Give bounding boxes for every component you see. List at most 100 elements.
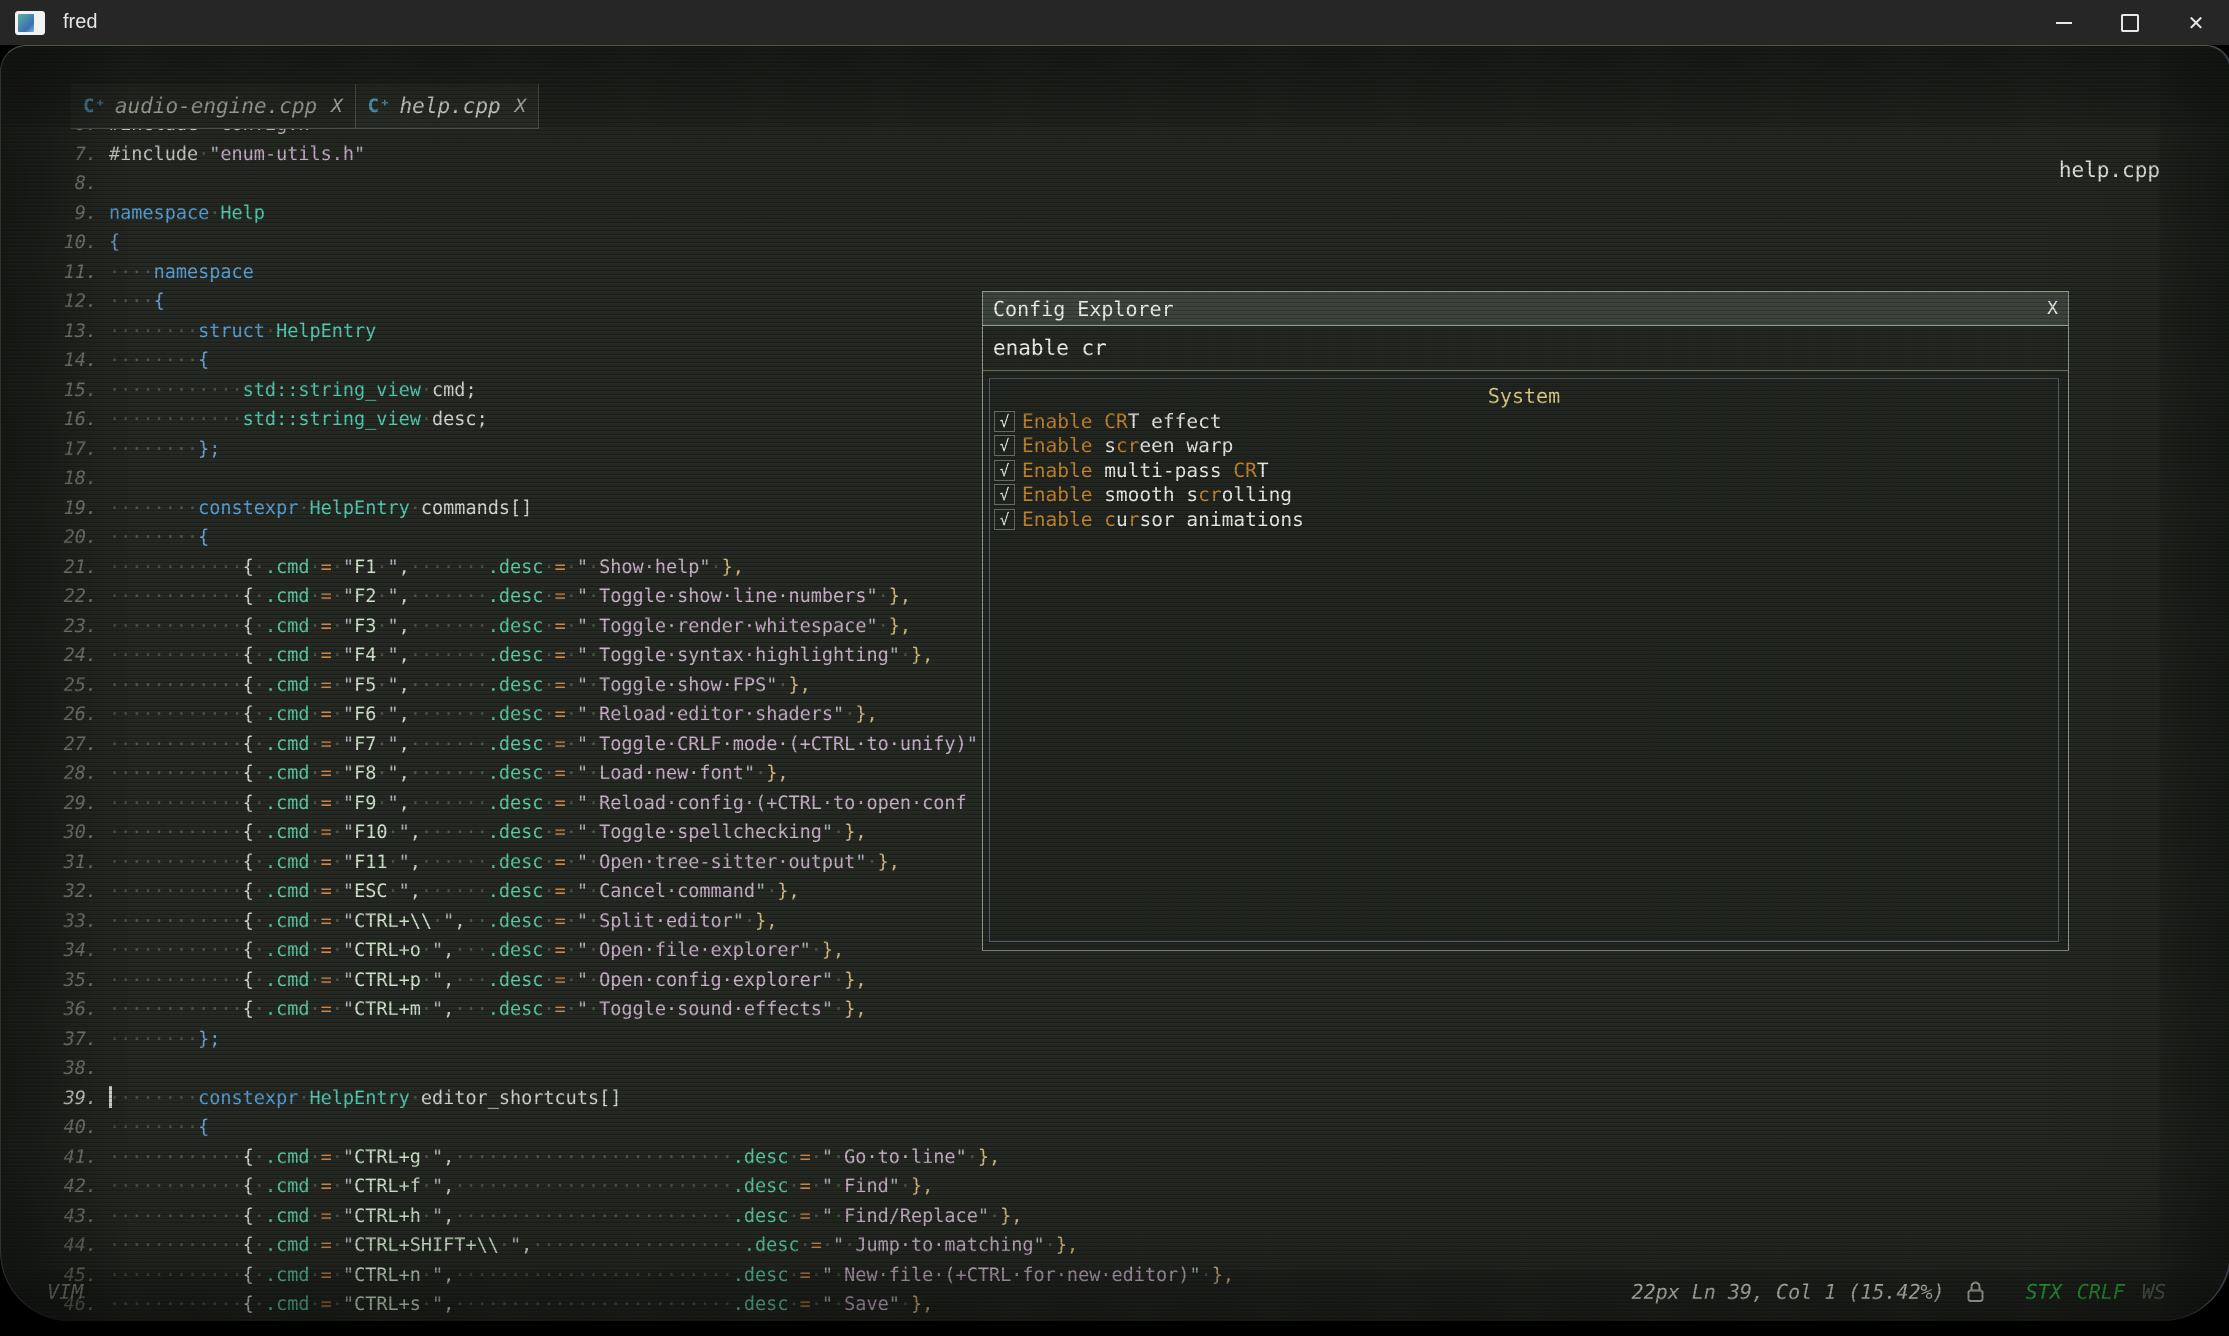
line-number: 43. [1,1202,109,1232]
config-option-label: Enable cursor animations [1022,508,1304,531]
code-line-44[interactable]: 44.············{·.cmd·=·"CTRL+SHIFT+\\·"… [1,1231,2229,1261]
checkbox-checked-icon[interactable]: √ [994,411,1015,432]
line-content: #include·"enum-utils.h" [109,140,365,170]
line-number: 30. [1,818,109,848]
cursor-position-label: 22px Ln 39, Col 1 (15.42%) [1632,1280,1945,1304]
config-option-label: Enable CRT effect [1022,410,1222,433]
line-number: 44. [1,1231,109,1261]
line-content: ············{·.cmd·=·"CTRL+g·",·········… [109,1143,1000,1173]
current-file-label: help.cpp [2059,158,2160,182]
window-titlebar: fred ✕ [0,0,2229,45]
code-line-35[interactable]: 35.············{·.cmd·=·"CTRL+p·",···.de… [1,966,2229,996]
config-option-list: System √Enable CRT effect√Enable screen … [989,378,2059,942]
line-number: 29. [1,789,109,819]
line-number: 31. [1,848,109,878]
checkbox-checked-icon[interactable]: √ [994,509,1015,530]
code-line-36[interactable]: 36.············{·.cmd·=·"CTRL+m·",···.de… [1,995,2229,1025]
vim-mode-label: VIM [47,1280,83,1304]
maximize-icon [2121,14,2139,32]
code-line-7[interactable]: 7.#include·"enum-utils.h" [1,140,2229,170]
line-content: ············{·.cmd·=·"CTRL+o·",···.desc·… [109,936,844,966]
app-icon [15,11,45,35]
line-number: 23. [1,612,109,642]
config-option-label: Enable multi-pass CRT [1022,459,1269,482]
line-number: 15. [1,376,109,406]
line-content: namespace·Help [109,199,265,229]
line-content: ····{ [109,287,165,317]
line-content: ········constexpr·HelpEntry·editor_short… [109,1084,621,1114]
tab-audio-engine-cpp[interactable]: C⁺audio-engine.cppX [71,84,356,128]
line-number: 16. [1,405,109,435]
config-search-input[interactable]: enable cr [983,326,2068,371]
tab-close-icon[interactable]: X [515,95,526,117]
line-number: 37. [1,1025,109,1055]
line-content: ········{ [109,523,209,553]
config-option-row[interactable]: √ Enable screen warp [990,434,2058,459]
code-line-39[interactable]: 39.········constexpr·HelpEntry·editor_sh… [1,1084,2229,1114]
line-number: 22. [1,582,109,612]
line-number: 47. [1,1320,109,1322]
code-line-47[interactable]: 47.············ [1,1320,2229,1322]
code-line-40[interactable]: 40.········{ [1,1113,2229,1143]
line-content: ········{ [109,1113,209,1143]
config-option-row[interactable]: √Enable smooth scrolling [990,483,2058,508]
tab-help-cpp[interactable]: C⁺help.cppX [356,84,540,128]
line-content: ········}; [109,435,220,465]
line-number: 12. [1,287,109,317]
line-content: ············ [109,1320,243,1322]
line-content: ············{·.cmd·=·"F9·",·······.desc·… [109,789,967,819]
code-line-10[interactable]: 10.{ [1,228,2229,258]
config-option-row[interactable]: √ Enable multi-pass CRT [990,458,2058,483]
checkbox-checked-icon[interactable]: √ [994,484,1015,505]
tab-close-icon[interactable]: X [331,95,342,117]
status-right-group: 22px Ln 39, Col 1 (15.42%) STX CRLF WS [1632,1280,2166,1304]
line-content: ············{·.cmd·=·"F8·",·······.desc·… [109,759,789,789]
checkbox-checked-icon[interactable]: √ [994,435,1015,456]
code-line-9[interactable]: 9.namespace·Help [1,199,2229,229]
line-content: ············{·.cmd·=·"F10·",······.desc·… [109,818,866,848]
line-number: 33. [1,907,109,937]
line-number: 35. [1,966,109,996]
status-flag-ws[interactable]: WS [2142,1280,2166,1304]
line-number: 41. [1,1143,109,1173]
minimize-icon [2056,22,2072,24]
minimize-button[interactable] [2031,0,2097,45]
code-line-37[interactable]: 37.········}; [1,1025,2229,1055]
config-option-row[interactable]: √ Enable cursor animations [990,507,2058,532]
line-number: 18. [1,464,109,494]
dialog-close-icon[interactable]: X [2047,298,2058,319]
code-line-11[interactable]: 11.····namespace [1,258,2229,288]
line-content: ············{·.cmd·=·"F2·",·······.desc·… [109,582,911,612]
checkbox-checked-icon[interactable]: √ [994,460,1015,481]
code-line-42[interactable]: 42.············{·.cmd·=·"CTRL+f·",······… [1,1172,2229,1202]
line-number: 28. [1,759,109,789]
window-controls: ✕ [2031,0,2229,45]
code-line-41[interactable]: 41.············{·.cmd·=·"CTRL+g·",······… [1,1143,2229,1173]
line-content: ········}; [109,1025,220,1055]
line-content: ············{·.cmd·=·"CTRL+\\·",··.desc·… [109,907,777,937]
status-flag-stx[interactable]: STX [2026,1280,2062,1304]
line-content: ············{·.cmd·=·"F1·",·······.desc·… [109,553,744,583]
maximize-button[interactable] [2097,0,2163,45]
tab-label: audio-engine.cpp [115,94,317,118]
status-bar: VIM 22px Ln 39, Col 1 (15.42%) STX CRLF WS [1,1277,2229,1307]
code-line-43[interactable]: 43.············{·.cmd·=·"CTRL+h·",······… [1,1202,2229,1232]
code-line-8[interactable]: 8. [1,169,2229,199]
line-number: 24. [1,641,109,671]
line-content: ········{ [109,346,209,376]
status-flag-crlf[interactable]: CRLF [2077,1280,2125,1304]
code-line-38[interactable]: 38. [1,1054,2229,1084]
close-button[interactable]: ✕ [2163,0,2229,45]
tab-label: help.cpp [400,94,501,118]
line-content: ············{·.cmd·=·"F7·",·······.desc·… [109,730,1011,760]
line-number: 39. [1,1084,109,1114]
line-content: ············{·.cmd·=·"F4·",·······.desc·… [109,641,933,671]
config-explorer-dialog: Config Explorer X enable cr System √Enab… [982,291,2069,951]
line-content: ············{·.cmd·=·"ESC·",······.desc·… [109,877,800,907]
line-number: 34. [1,936,109,966]
line-number: 10. [1,228,109,258]
close-icon: ✕ [2188,11,2205,35]
config-option-label: Enable screen warp [1022,434,1233,457]
dialog-title: Config Explorer [993,297,1174,321]
config-option-row[interactable]: √ Enable CRT effect [990,409,2058,434]
